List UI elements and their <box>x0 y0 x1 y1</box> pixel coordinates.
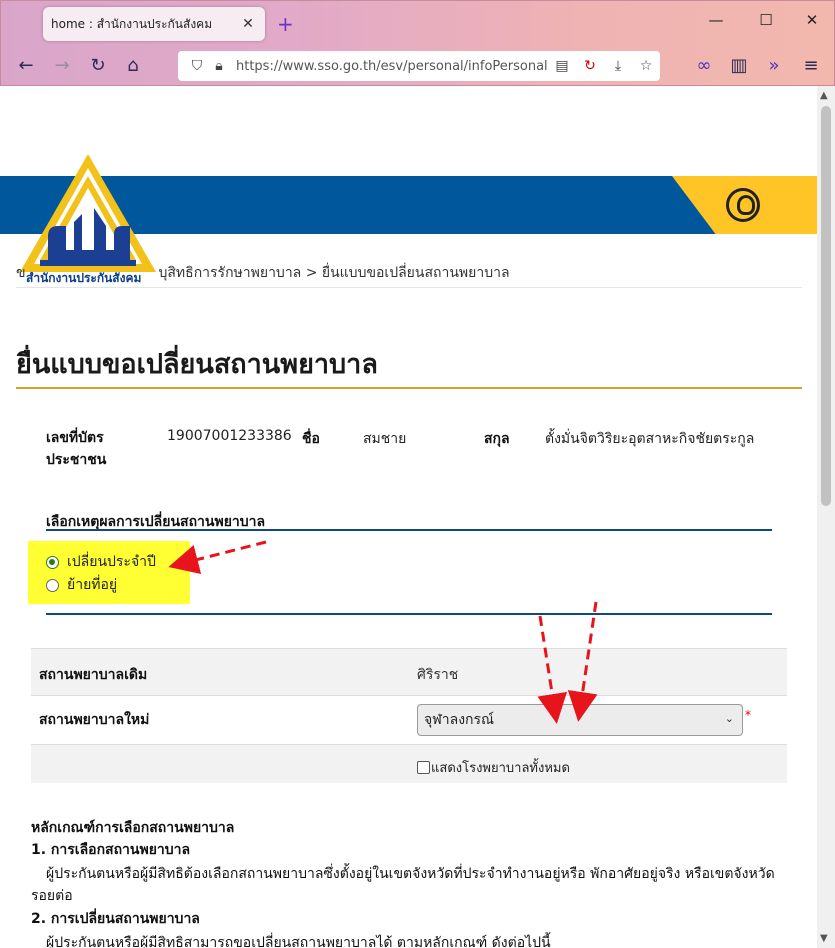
home-icon[interactable]: ⌂ <box>120 53 146 79</box>
checkbox[interactable] <box>417 761 430 774</box>
sidebar-icon[interactable]: ▥ <box>726 53 752 79</box>
web-page: สำนักงานประกันสังคม ข บุสิทธิการรักษาพยา… <box>0 86 817 948</box>
tab-bar: home : สำนักงานประกันสังคม ✕ + — ☐ ✕ <box>1 1 835 45</box>
radio-label[interactable]: เปลี่ยนประจำปี <box>67 551 156 573</box>
menu-icon[interactable]: ≡ <box>798 53 824 79</box>
section-divider-bottom <box>46 613 772 615</box>
required-marker: * <box>745 708 751 722</box>
reload-icon[interactable]: ↻ <box>85 53 111 79</box>
table-row-show-all <box>31 745 787 783</box>
extension-icon[interactable]: ↻ <box>576 58 604 74</box>
tab-title: home : สำนักงานประกันสังคม <box>51 16 213 31</box>
old-hospital-value: ศิริราช <box>417 667 459 683</box>
private-mask-icon[interactable]: ∞ <box>691 53 717 79</box>
page-scrollbar[interactable]: ▲ ▼ <box>817 86 835 948</box>
criteria-heading: หลักเกณฑ์การเลือกสถานพยาบาล <box>31 820 235 836</box>
old-hospital-label: สถานพยาบาลเดิม <box>39 667 148 683</box>
name-value: สมชาย <box>363 431 407 447</box>
radio-button-selected[interactable] <box>46 555 59 569</box>
select-value[interactable]: จุฬาลงกรณ์ <box>424 709 494 731</box>
section-divider-top <box>46 529 772 531</box>
id-label: เลขที่บัตร ประชาชน <box>46 427 106 471</box>
bookmark-star-icon[interactable]: ☆ <box>632 58 660 74</box>
scroll-thumb[interactable] <box>821 106 831 506</box>
criteria-section-2-text: ผู้ประกันตนหรือผู้มีสิทธิสามารถขอเปลี่ยน… <box>46 935 551 948</box>
scroll-up-icon[interactable]: ▲ <box>820 90 828 101</box>
lock-icon[interactable]: 🔒︎ <box>208 58 230 74</box>
show-all-hospitals-checkbox[interactable]: แสดงโรงพยาบาลทั้งหมด <box>417 757 570 778</box>
id-label-line1: เลขที่บัตร <box>46 430 104 446</box>
new-tab-icon[interactable]: + <box>277 12 294 36</box>
surname-label: สกุล <box>484 431 510 447</box>
chevron-down-icon[interactable]: ⌄ <box>725 712 734 725</box>
scroll-down-icon[interactable]: ▼ <box>820 933 828 944</box>
id-label-line2: ประชาชน <box>46 452 107 468</box>
name-label: ชื่อ <box>302 431 320 447</box>
reader-view-icon[interactable]: ▤ <box>548 58 576 74</box>
more-tools-icon[interactable]: » <box>761 53 787 79</box>
divider <box>16 287 802 288</box>
id-value: 19007001233386 <box>167 428 292 444</box>
radio-moved-address[interactable]: ย้ายที่อยู่ <box>46 574 117 596</box>
checkbox-label[interactable]: แสดงโรงพยาบาลทั้งหมด <box>431 757 570 778</box>
title-underline <box>16 387 802 389</box>
criteria-section-1-title: 1. การเลือกสถานพยาบาล <box>31 842 191 858</box>
criteria-section-1-text-cont: รอยต่อ <box>31 888 73 904</box>
browser-chrome: home : สำนักงานประกันสังคม ✕ + — ☐ ✕ ← →… <box>0 0 835 86</box>
radio-button[interactable] <box>46 578 59 592</box>
back-icon[interactable]: ← <box>13 53 39 79</box>
close-window-icon[interactable]: ✕ <box>797 11 827 29</box>
surname-value: ตั้งมั่นจิตวิริยะอุตสาหะกิจชัยตระกูล <box>545 431 755 447</box>
new-hospital-label: สถานพยาบาลใหม่ <box>39 712 150 728</box>
browser-tab[interactable]: home : สำนักงานประกันสังคม ✕ <box>43 7 265 41</box>
radio-annual-change[interactable]: เปลี่ยนประจำปี <box>46 551 156 573</box>
download-icon[interactable]: ⤓ <box>604 58 632 74</box>
page-title: ยื่นแบบขอเปลี่ยนสถานพยาบาล <box>16 349 378 380</box>
close-tab-icon[interactable]: ✕ <box>239 16 257 32</box>
arrow-to-radio <box>168 540 267 575</box>
user-account-icon[interactable] <box>726 188 760 222</box>
address-bar[interactable]: ⛉ 🔒︎ https://www.sso.go.th/esv/personal/… <box>178 51 660 81</box>
url-text[interactable]: https://www.sso.go.th/esv/personal/infoP… <box>236 59 548 74</box>
radio-label[interactable]: ย้ายที่อยู่ <box>67 574 117 596</box>
breadcrumb-prefix[interactable]: ข <box>16 265 26 281</box>
maximize-icon[interactable]: ☐ <box>751 11 781 29</box>
nav-bar: ← → ↻ ⌂ ⛉ 🔒︎ https://www.sso.go.th/esv/p… <box>1 45 835 87</box>
new-hospital-select[interactable]: จุฬาลงกรณ์ ⌄ <box>417 704 743 736</box>
table-row-old-hospital: สถานพยาบาลเดิม ศิริราช <box>31 649 787 695</box>
breadcrumb: ข บุสิทธิการรักษาพยาบาล > ยื่นแบบขอเปลี่… <box>16 262 510 284</box>
minimize-icon[interactable]: — <box>701 11 731 29</box>
criteria-section-1-text: ผู้ประกันตนหรือผู้มีสิทธิต้องเลือกสถานพย… <box>46 866 775 882</box>
breadcrumb-path[interactable]: บุสิทธิการรักษาพยาบาล > ยื่นแบบขอเปลี่ยน… <box>158 265 509 281</box>
forward-icon[interactable]: → <box>49 53 75 79</box>
shield-icon[interactable]: ⛉ <box>186 58 208 74</box>
criteria-section-2-title: 2. การเปลี่ยนสถานพยาบาล <box>31 911 200 927</box>
